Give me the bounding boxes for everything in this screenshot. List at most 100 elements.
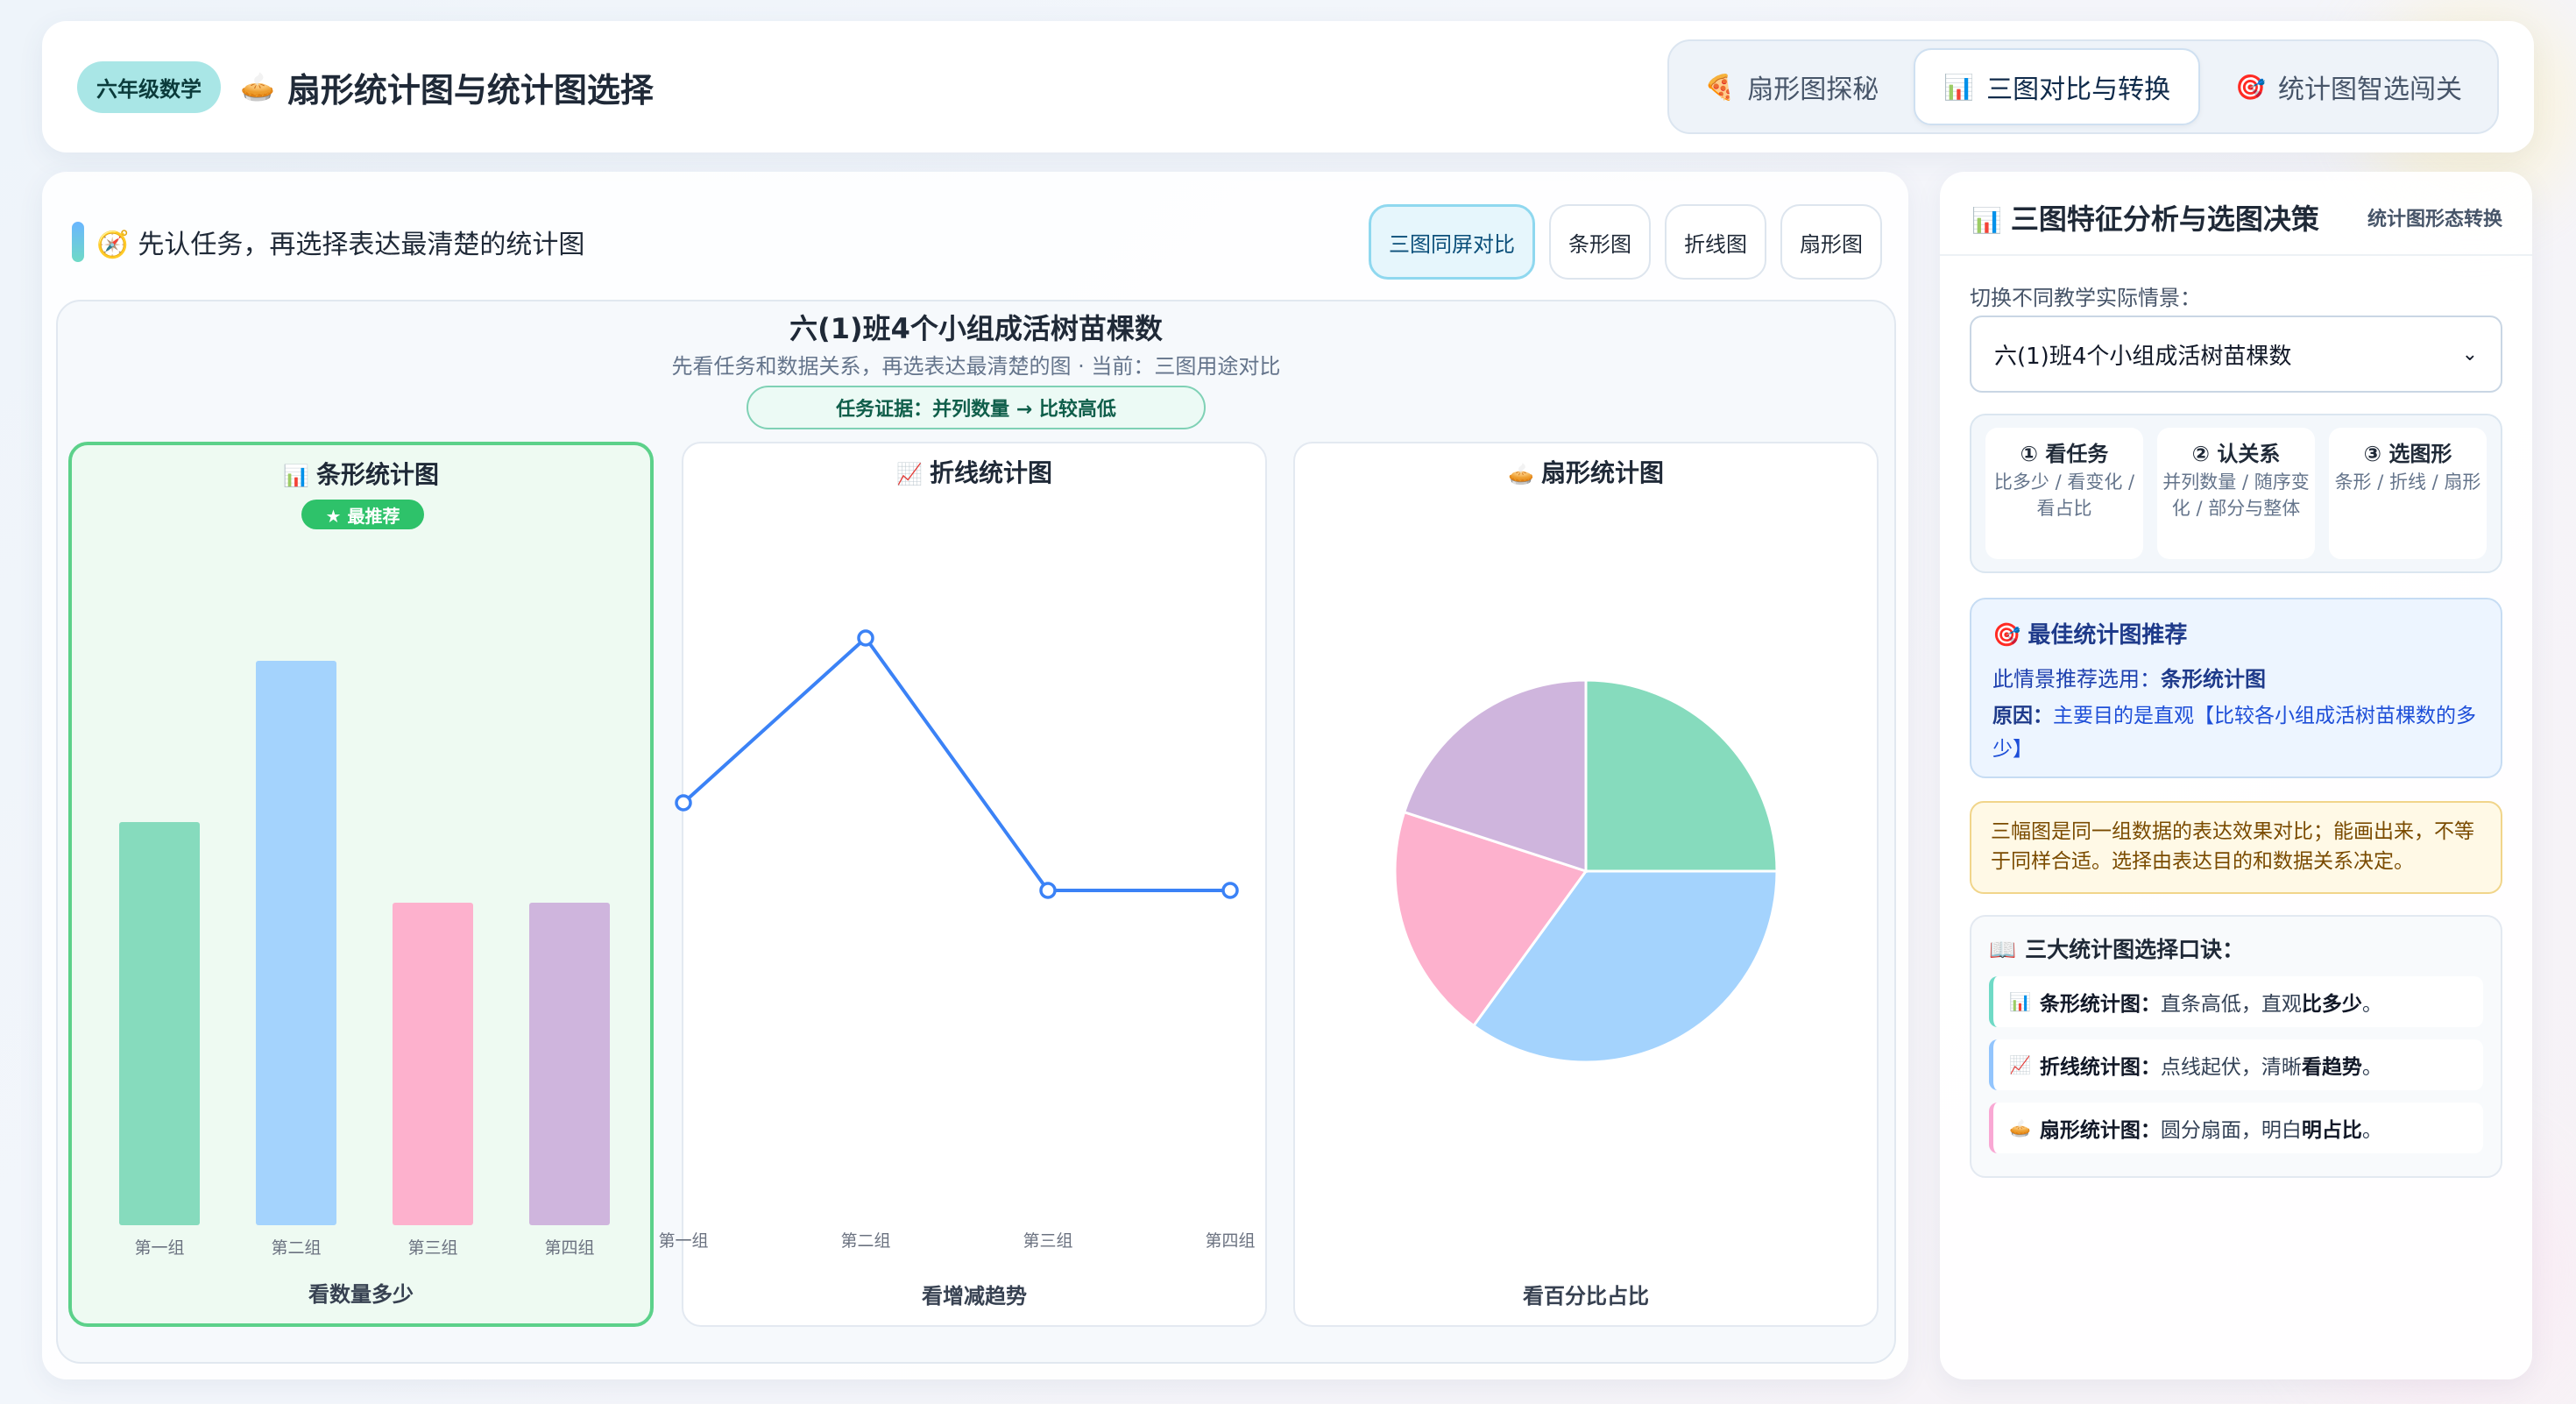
bar-chart-icon: 📊 bbox=[2009, 991, 2031, 1012]
mode-pie[interactable]: 扇形图 bbox=[1780, 204, 1882, 280]
task-prompt: 🧭 先认任务，再选择表达最清楚的统计图 bbox=[96, 223, 584, 261]
bar-chart: 第一组 第二组 第三组 第四组 bbox=[119, 661, 610, 1258]
rhyme-title: 📖 三大统计图选择口诀： bbox=[1989, 932, 2483, 964]
data-point-2 bbox=[857, 629, 874, 647]
bar-4 bbox=[529, 903, 610, 1225]
series-line bbox=[682, 636, 1230, 892]
analysis-title-text: 三图特征分析与选图决策 bbox=[2010, 202, 2319, 236]
x-tick-label: 第一组 bbox=[658, 1231, 708, 1251]
decision-steps: ① 看任务 比多少 / 看变化 / 看占比 ② 认关系 并列数量 / 随序变化 … bbox=[1970, 414, 2502, 573]
step-head: ③ 选图形 bbox=[2363, 442, 2452, 466]
reason-text: 主要目的是直观【比较各小组成活树苗棵数的多少】 bbox=[1992, 705, 2476, 761]
data-point-3 bbox=[1039, 882, 1057, 899]
analysis-panel: 📊 三图特征分析与选图决策 统计图形态转换 切换不同教学实际情景： 六(1)班4个… bbox=[1940, 172, 2532, 1379]
chevron-down-icon: ⌄ bbox=[2461, 343, 2478, 365]
app-title: 🥧 扇形统计图与统计图选择 bbox=[240, 63, 654, 111]
recommendation-title: 🎯 最佳统计图推荐 bbox=[1992, 617, 2480, 649]
rhyme-name: 条形统计图： bbox=[2039, 993, 2161, 1016]
rhyme-key: 明占比 bbox=[2301, 1119, 2362, 1142]
tab-label: 扇形图探秘 bbox=[1747, 74, 1879, 105]
rhyme-text: 点线起伏，清晰 bbox=[2160, 1056, 2302, 1079]
choice-value: 条形统计图 bbox=[2161, 667, 2266, 691]
panel-header: 🧭 先认任务，再选择表达最清楚的统计图 三图同屏对比 条形图 折线图 扇形图 bbox=[72, 193, 1882, 291]
step-card: ② 认关系 并列数量 / 随序变化 / 部分与整体 bbox=[2157, 428, 2315, 559]
tab-label: 统计图智选闯关 bbox=[2278, 74, 2462, 105]
scenario-value: 六(1)班4个小组成活树苗棵数 bbox=[1994, 343, 2292, 370]
rhyme-key: 比多少 bbox=[2301, 993, 2362, 1016]
rhyme-name: 折线统计图： bbox=[2039, 1056, 2161, 1079]
reason-prefix: 原因： bbox=[1992, 705, 2053, 727]
bar-3 bbox=[393, 903, 473, 1225]
accent-bar bbox=[72, 222, 84, 262]
grade-badge: 六年级数学 bbox=[77, 60, 221, 113]
recommendation-title-text: 最佳统计图推荐 bbox=[2028, 622, 2188, 649]
card-footer: 看百分比占比 bbox=[1523, 1284, 1649, 1308]
line-chart: 第一组 第二组 第三组 第四组 bbox=[658, 629, 1256, 1251]
pie-slice-1 bbox=[1584, 678, 1779, 873]
step-head: ① 看任务 bbox=[2020, 442, 2109, 466]
line-chart-card[interactable]: 📈 折线统计图 第一组 第二组 第三组 第四组 看增减趋势 bbox=[658, 442, 1267, 1327]
step-desc: 条形 / 折线 / 扇形 bbox=[2334, 472, 2481, 493]
selection-rhyme: 📖 三大统计图选择口诀： 📊 条形统计图： 直条高低，直观 比多少。 📈 折线统计图： 点线… bbox=[1970, 915, 2502, 1178]
rhyme-end: 。 bbox=[2361, 993, 2382, 1016]
task-evidence-pill: 任务证据：并列数量 → 比较高低 bbox=[747, 386, 1206, 429]
card-footer: 看数量多少 bbox=[308, 1282, 414, 1307]
top-bar: 六年级数学 🥧 扇形统计图与统计图选择 🍕 扇形图探秘 📊 三图对比与转换 🎯 … bbox=[42, 21, 2534, 152]
step-desc: 比多少 / 看变化 / 看占比 bbox=[1993, 472, 2135, 519]
rhyme-line: 📈 折线统计图： 点线起伏，清晰 看趋势。 bbox=[1989, 1039, 2483, 1090]
rhyme-title-text: 三大统计图选择口诀： bbox=[2025, 937, 2245, 962]
x-tick-label: 第三组 bbox=[1023, 1231, 1072, 1251]
bar-1 bbox=[119, 822, 200, 1225]
step-card: ③ 选图形 条形 / 折线 / 扇形 bbox=[2329, 428, 2487, 559]
x-tick-label: 第四组 bbox=[1205, 1231, 1255, 1251]
comparison-note: 三幅图是同一组数据的表达效果对比；能画出来，不等于同样合适。选择由表达目的和数据… bbox=[1970, 801, 2502, 894]
rhyme-key: 看趋势 bbox=[2301, 1056, 2362, 1079]
x-tick-label: 第二组 bbox=[840, 1231, 890, 1251]
rhyme-text: 圆分扇面，明白 bbox=[2160, 1119, 2302, 1142]
step-card: ① 看任务 比多少 / 看变化 / 看占比 bbox=[1985, 428, 2143, 559]
book-icon: 📖 bbox=[1989, 937, 2017, 962]
divider bbox=[1940, 254, 2532, 256]
data-point-4 bbox=[1221, 882, 1239, 899]
mode-line[interactable]: 折线图 bbox=[1665, 204, 1766, 280]
tab-compare-convert[interactable]: 📊 三图对比与转换 bbox=[1914, 48, 2201, 125]
choice-prefix: 此情景推荐选用： bbox=[1992, 667, 2161, 691]
x-tick-label: 第二组 bbox=[271, 1238, 321, 1258]
comparison-panel: 🧭 先认任务，再选择表达最清楚的统计图 三图同屏对比 条形图 折线图 扇形图 六(… bbox=[42, 172, 1908, 1379]
chart-area: 六(1)班4个小组成活树苗棵数 先看任务和数据关系，再选表达最清楚的图 · 当前… bbox=[56, 300, 1896, 1364]
recommendation-reason: 原因：主要目的是直观【比较各小组成活树苗棵数的多少】 bbox=[1992, 699, 2480, 766]
bar-chart-card[interactable]: 📊 条形统计图 ★ 最推荐 第一组 第二组 第三组 第四组 看数量多少 bbox=[68, 442, 654, 1327]
target-icon: 🎯 bbox=[1992, 622, 2021, 649]
best-chart-recommendation: 🎯 最佳统计图推荐 此情景推荐选用：条形统计图 原因：主要目的是直观【比较各小组成… bbox=[1970, 598, 2502, 778]
analysis-subtitle: 统计图形态转换 bbox=[2367, 209, 2502, 230]
step-desc: 并列数量 / 随序变化 / 部分与整体 bbox=[2162, 472, 2310, 519]
mode-bar[interactable]: 条形图 bbox=[1549, 204, 1651, 280]
x-tick-label: 第三组 bbox=[407, 1238, 457, 1258]
x-tick-label: 第四组 bbox=[544, 1238, 594, 1258]
bar-chart-icon: 📊 bbox=[1943, 72, 1975, 102]
rhyme-text: 直条高低，直观 bbox=[2160, 993, 2302, 1016]
compass-icon: 🧭 bbox=[96, 230, 130, 260]
rhyme-end: 。 bbox=[2361, 1056, 2382, 1079]
x-tick-label: 第一组 bbox=[134, 1238, 184, 1258]
card-footer: 看增减趋势 bbox=[922, 1284, 1027, 1308]
rhyme-bar: 📊 条形统计图： 直条高低，直观 比多少。 bbox=[1989, 976, 2483, 1027]
tab-chart-challenge[interactable]: 🎯 统计图智选闯关 bbox=[2207, 48, 2490, 125]
pie-chart-card[interactable]: 🥧 扇形统计图 看百分比占比 bbox=[1293, 442, 1879, 1327]
view-mode-group: 三图同屏对比 条形图 折线图 扇形图 bbox=[1369, 204, 1882, 280]
step-head: ② 认关系 bbox=[2191, 442, 2281, 466]
pie-icon: 🥧 bbox=[240, 70, 275, 103]
mode-all-three[interactable]: 三图同屏对比 bbox=[1369, 204, 1535, 280]
pie-icon: 🥧 bbox=[2009, 1117, 2031, 1138]
target-icon: 🎯 bbox=[2235, 72, 2266, 102]
scenario-select[interactable]: 六(1)班4个小组成活树苗棵数 ⌄ bbox=[1970, 316, 2502, 393]
tab-label: 三图对比与转换 bbox=[1986, 74, 2171, 105]
task-prompt-text: 先认任务，再选择表达最清楚的统计图 bbox=[138, 230, 585, 260]
pie-chart bbox=[1393, 678, 1779, 1064]
line-chart-icon: 📈 bbox=[2009, 1054, 2031, 1075]
analysis-header: 📊 三图特征分析与选图决策 统计图形态转换 bbox=[1971, 191, 2502, 244]
tab-pie-explore[interactable]: 🍕 扇形图探秘 bbox=[1676, 48, 1907, 125]
bar-2 bbox=[256, 661, 336, 1225]
analysis-title: 📊 三图特征分析与选图决策 bbox=[1971, 197, 2319, 238]
chart-subtitle: 先看任务和数据关系，再选表达最清楚的图 · 当前：三图用途对比 bbox=[671, 354, 1281, 379]
